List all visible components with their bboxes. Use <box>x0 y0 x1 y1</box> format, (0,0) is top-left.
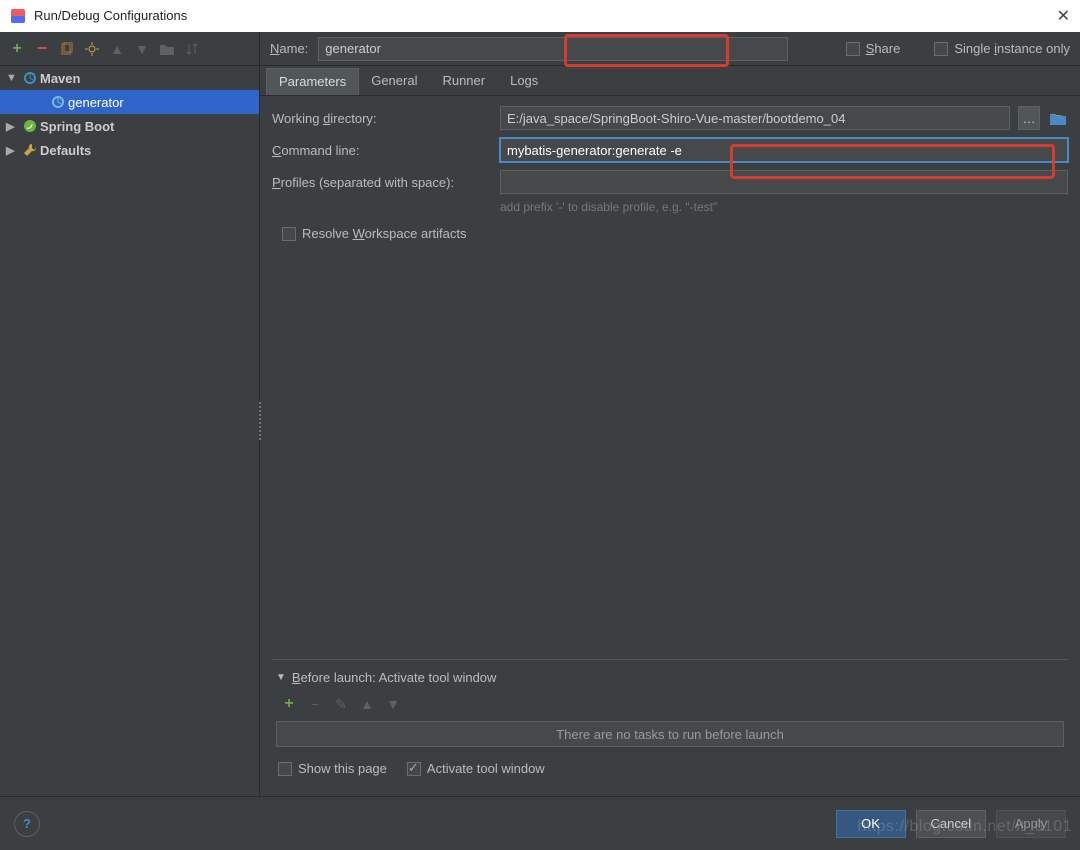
before-launch-section: ▼ Before launch: Activate tool window + … <box>272 659 1068 786</box>
copy-config-icon[interactable] <box>56 38 78 60</box>
share-label: Share <box>866 41 901 56</box>
tree-label: generator <box>68 95 124 110</box>
name-row: Name: Share Single instance only <box>260 32 1080 66</box>
command-line-label: Command line: <box>272 143 492 158</box>
checkbox-icon <box>278 762 292 776</box>
remove-config-icon[interactable]: − <box>31 38 53 60</box>
folder-open-icon[interactable] <box>1048 107 1068 129</box>
main-panel: Name: Share Single instance only Paramet… <box>260 32 1080 796</box>
tab-general[interactable]: General <box>359 68 430 95</box>
cancel-button[interactable]: Cancel <box>916 810 986 838</box>
name-input[interactable] <box>318 37 788 61</box>
sidebar-toolbar: + − ▲ ▼ <box>0 32 259 66</box>
tree-label: Spring Boot <box>40 119 114 134</box>
move-down-icon[interactable]: ▼ <box>131 38 153 60</box>
splitter-handle[interactable] <box>257 402 263 442</box>
before-launch-header[interactable]: ▼ Before launch: Activate tool window <box>276 666 1064 689</box>
resolve-workspace-checkbox[interactable]: Resolve Workspace artifacts <box>282 226 1068 241</box>
tree-label: Maven <box>40 71 80 86</box>
before-launch-empty: There are no tasks to run before launch <box>276 721 1064 747</box>
working-dir-row: Working directory: … <box>272 106 1068 130</box>
settings-config-icon[interactable] <box>81 38 103 60</box>
tab-runner[interactable]: Runner <box>430 68 498 95</box>
app-body: + − ▲ ▼ ▼ <box>0 32 1080 850</box>
single-instance-checkbox[interactable]: Single instance only <box>934 41 1070 56</box>
checkbox-icon <box>282 227 296 241</box>
folder-icon[interactable] <box>156 38 178 60</box>
chevron-down-icon: ▼ <box>276 672 286 683</box>
maven-icon <box>20 71 40 85</box>
move-task-up-icon[interactable]: ▲ <box>356 693 378 715</box>
share-checkbox[interactable]: Share <box>846 41 901 56</box>
before-launch-checks: Show this page Activate tool window <box>276 755 1064 782</box>
help-button[interactable]: ? <box>14 811 40 837</box>
window-title: Run/Debug Configurations <box>34 8 1057 23</box>
edit-task-icon[interactable]: ✎ <box>330 693 352 715</box>
tree-label: Defaults <box>40 143 91 158</box>
spring-icon <box>20 119 40 133</box>
app-logo-icon <box>10 8 26 24</box>
ok-button[interactable]: OK <box>836 810 906 838</box>
maven-icon <box>48 95 68 109</box>
resolve-workspace-label: Resolve Workspace artifacts <box>302 226 467 241</box>
working-dir-input[interactable] <box>500 106 1010 130</box>
apply-button[interactable]: Apply <box>996 810 1066 838</box>
titlebar: Run/Debug Configurations ✕ <box>0 0 1080 32</box>
show-this-page-checkbox[interactable]: Show this page <box>278 761 387 776</box>
tree-item-defaults[interactable]: ▶ Defaults <box>0 138 259 162</box>
browse-button[interactable]: … <box>1018 106 1040 130</box>
add-config-icon[interactable]: + <box>6 38 28 60</box>
sidebar: + − ▲ ▼ ▼ <box>0 32 260 796</box>
checkbox-checked-icon <box>407 762 421 776</box>
close-icon[interactable]: ✕ <box>1057 6 1070 26</box>
profiles-label: Profiles (separated with space): <box>272 175 492 190</box>
tab-parameters[interactable]: Parameters <box>266 68 359 95</box>
activate-tool-window-label: Activate tool window <box>427 761 545 776</box>
tree-item-generator[interactable]: generator <box>0 90 259 114</box>
checkbox-icon <box>846 42 860 56</box>
tree-item-springboot[interactable]: ▶ Spring Boot <box>0 114 259 138</box>
dialog-footer: ? OK Cancel Apply <box>0 796 1080 850</box>
wrench-icon <box>20 143 40 157</box>
name-label: Name: <box>270 41 308 56</box>
sort-icon[interactable] <box>181 38 203 60</box>
activate-tool-window-checkbox[interactable]: Activate tool window <box>407 761 545 776</box>
parameters-form: Working directory: … Command line: Profi… <box>260 96 1080 796</box>
tree-item-maven[interactable]: ▼ Maven <box>0 66 259 90</box>
single-instance-label: Single instance only <box>954 41 1070 56</box>
profiles-hint: add prefix '-' to disable profile, e.g. … <box>272 200 1068 214</box>
show-this-page-label: Show this page <box>298 761 387 776</box>
before-launch-title: Before launch: Activate tool window <box>292 670 497 685</box>
move-up-icon[interactable]: ▲ <box>106 38 128 60</box>
config-tree: ▼ Maven generator ▶ <box>0 66 259 796</box>
remove-task-icon[interactable]: − <box>304 693 326 715</box>
working-dir-label: Working directory: <box>272 111 492 126</box>
command-line-input[interactable] <box>500 138 1068 162</box>
add-task-icon[interactable]: + <box>278 693 300 715</box>
profiles-input[interactable] <box>500 170 1068 194</box>
before-launch-toolbar: + − ✎ ▲ ▼ <box>276 689 1064 719</box>
move-task-down-icon[interactable]: ▼ <box>382 693 404 715</box>
tab-logs[interactable]: Logs <box>498 68 551 95</box>
chevron-right-icon: ▶ <box>6 144 20 157</box>
content: + − ▲ ▼ ▼ <box>0 32 1080 796</box>
chevron-down-icon: ▼ <box>6 72 20 84</box>
chevron-right-icon: ▶ <box>6 120 20 133</box>
tabs: Parameters General Runner Logs <box>260 68 1080 96</box>
command-line-row: Command line: <box>272 138 1068 162</box>
checkbox-icon <box>934 42 948 56</box>
profiles-row: Profiles (separated with space): <box>272 170 1068 194</box>
